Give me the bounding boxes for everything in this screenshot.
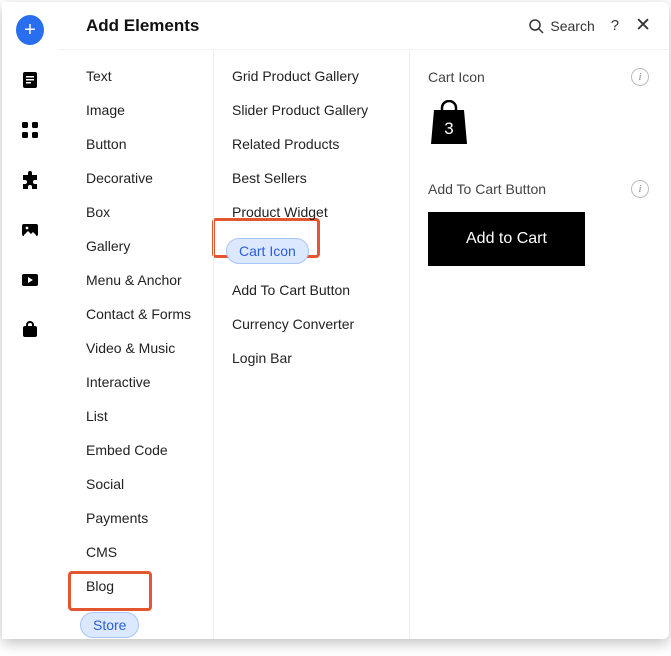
element-item[interactable]: Slider Product Gallery xyxy=(232,102,368,118)
element-item[interactable]: Related Products xyxy=(232,136,339,152)
info-icon[interactable]: i xyxy=(631,180,649,198)
rail-video-icon[interactable] xyxy=(16,266,44,294)
cart-icon-preview[interactable]: 3 xyxy=(428,100,649,146)
category-item[interactable]: Embed Code xyxy=(86,442,168,458)
element-item[interactable]: Grid Product Gallery xyxy=(232,68,359,84)
category-item[interactable]: Image xyxy=(86,102,125,118)
rail-puzzle-icon[interactable] xyxy=(16,166,44,194)
add-to-cart-preview-button[interactable]: Add to Cart xyxy=(428,212,585,266)
element-item[interactable]: Login Bar xyxy=(232,350,292,366)
category-item[interactable]: Text xyxy=(86,68,112,84)
category-item[interactable]: Contact & Forms xyxy=(86,306,191,322)
search-icon xyxy=(528,18,544,34)
category-item[interactable]: Menu & Anchor xyxy=(86,272,182,288)
rail-grid-icon[interactable] xyxy=(16,116,44,144)
info-icon[interactable]: i xyxy=(631,68,649,86)
category-item[interactable]: Social xyxy=(86,476,124,492)
preview-section-title-atc: Add To Cart Button xyxy=(428,181,546,197)
category-item[interactable]: Payments xyxy=(86,510,148,526)
rail-media-icon[interactable] xyxy=(16,216,44,244)
plus-icon: + xyxy=(16,15,44,45)
category-item[interactable]: CMS xyxy=(86,544,117,560)
help-icon[interactable]: ? xyxy=(611,17,619,34)
element-item[interactable]: Best Sellers xyxy=(232,170,307,186)
category-item[interactable]: Blog xyxy=(86,578,114,594)
search-label: Search xyxy=(550,18,594,34)
rail-store-icon[interactable] xyxy=(16,316,44,344)
category-item[interactable]: List xyxy=(86,408,108,424)
category-item[interactable]: Video & Music xyxy=(86,340,175,356)
category-item[interactable]: Interactive xyxy=(86,374,151,390)
rail-pages-icon[interactable] xyxy=(16,66,44,94)
category-item[interactable]: Box xyxy=(86,204,110,220)
category-item[interactable]: Button xyxy=(86,136,126,152)
category-item[interactable]: Decorative xyxy=(86,170,153,186)
element-item[interactable]: Currency Converter xyxy=(232,316,354,332)
search-button[interactable]: Search xyxy=(528,18,594,34)
close-icon[interactable]: ✕ xyxy=(635,14,651,37)
add-elements-button[interactable]: + xyxy=(16,16,44,44)
preview-section-title-cart: Cart Icon xyxy=(428,69,485,85)
element-item[interactable]: Cart Icon xyxy=(226,238,309,264)
category-item[interactable]: Store xyxy=(80,612,139,638)
panel-title: Add Elements xyxy=(86,16,528,36)
element-item[interactable]: Product Widget xyxy=(232,204,328,220)
element-item[interactable]: Add To Cart Button xyxy=(232,282,350,298)
category-item[interactable]: Gallery xyxy=(86,238,130,254)
cart-count: 3 xyxy=(444,119,453,138)
panel-header: Add Elements Search ? ✕ xyxy=(58,2,669,50)
